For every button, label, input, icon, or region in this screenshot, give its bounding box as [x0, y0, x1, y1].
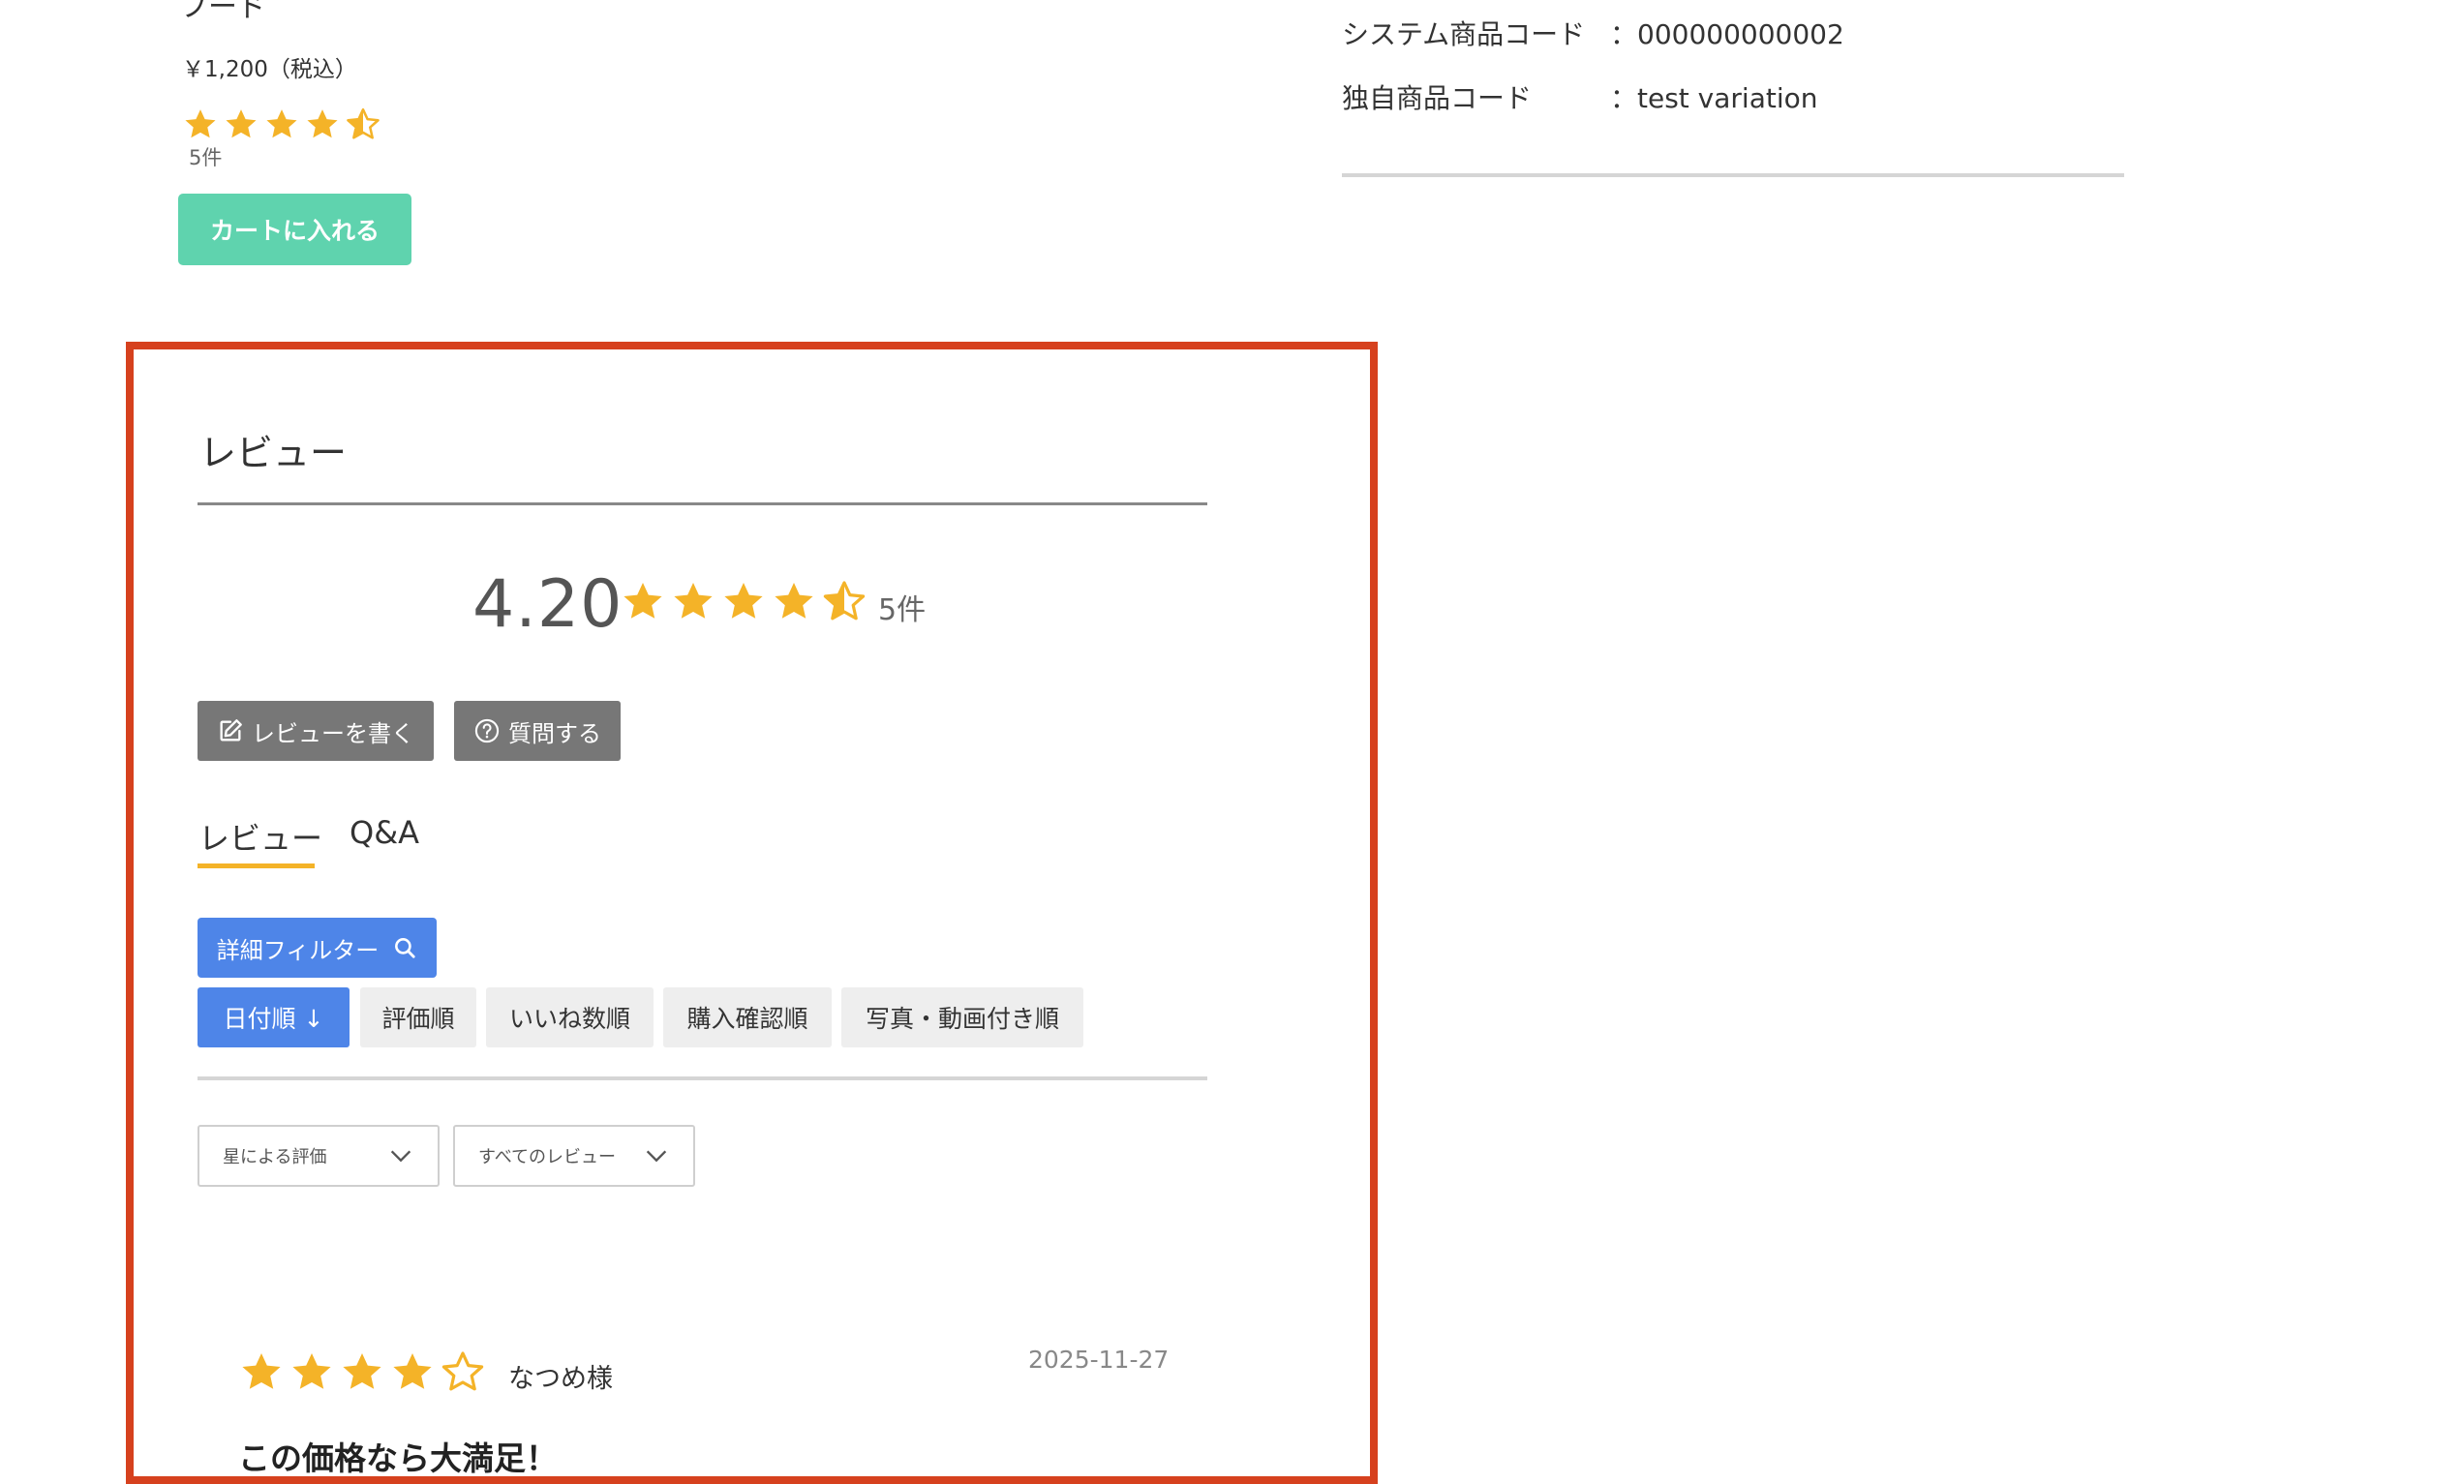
product-name: フード — [179, 0, 266, 24]
star-icon — [304, 106, 341, 143]
advanced-filter-label: 詳細フィルター — [216, 936, 380, 964]
star-empty-icon — [440, 1349, 486, 1396]
search-icon — [392, 935, 417, 960]
review-rating-stars — [238, 1349, 490, 1398]
star-half-icon — [345, 106, 381, 143]
star-icon — [339, 1349, 385, 1396]
spec-divider — [1342, 173, 2124, 177]
spec-value-system-code: ：000000000002 — [1610, 18, 1844, 50]
sort-by-verified-purchase-button[interactable]: 購入確認順 — [663, 987, 832, 1047]
write-review-button[interactable]: レビューを書く — [198, 701, 434, 761]
star-half-icon — [821, 579, 867, 625]
star-icon — [389, 1349, 436, 1396]
ask-question-button[interactable]: 質問する — [454, 701, 621, 761]
star-icon — [771, 579, 817, 625]
star-icon — [720, 579, 767, 625]
review-type-select[interactable]: すべてのレビュー — [453, 1125, 695, 1187]
star-icon — [223, 106, 259, 143]
chevron-down-icon — [387, 1142, 414, 1169]
review-headline: この価格なら大満足！ — [238, 1439, 558, 1477]
spec-label-custom-code: 独自商品コード — [1342, 82, 1533, 114]
star-icon — [182, 106, 219, 143]
edit-icon — [217, 717, 244, 744]
sort-by-media-button[interactable]: 写真・動画付き順 — [841, 987, 1083, 1047]
title-divider — [198, 502, 1207, 505]
ask-question-label: 質問する — [508, 719, 601, 747]
product-review-count: 5件 — [189, 146, 223, 169]
star-icon — [263, 106, 300, 143]
review-section-title: レビュー — [199, 432, 348, 474]
tab-qa[interactable]: Q&A — [350, 814, 419, 851]
star-icon — [238, 1349, 285, 1396]
sort-divider — [198, 1076, 1207, 1080]
star-rating-select-value: 星による評価 — [223, 1147, 327, 1167]
review-author: なつめ様 — [508, 1364, 613, 1394]
average-rating-score: 4.20 — [472, 566, 624, 643]
sort-by-rating-button[interactable]: 評価順 — [360, 987, 476, 1047]
review-date: 2025-11-27 — [1028, 1346, 1170, 1374]
star-rating-select[interactable]: 星による評価 — [198, 1125, 440, 1187]
sort-by-date-button[interactable]: 日付順 ↓ — [198, 987, 350, 1047]
spec-value-custom-code: ：test variation — [1610, 82, 1818, 114]
average-review-count: 5件 — [878, 593, 927, 627]
star-icon — [620, 579, 666, 625]
review-type-select-value: すべてのレビュー — [478, 1147, 617, 1167]
question-circle-icon — [473, 717, 501, 744]
spec-label-system-code: システム商品コード — [1342, 18, 1586, 50]
active-tab-indicator — [198, 863, 315, 868]
add-to-cart-button[interactable]: カートに入れる — [178, 194, 411, 265]
average-rating-stars — [620, 579, 871, 627]
star-icon — [289, 1349, 335, 1396]
write-review-label: レビューを書く — [252, 719, 414, 747]
star-icon — [670, 579, 716, 625]
product-rating-stars — [182, 106, 385, 147]
sort-by-likes-button[interactable]: いいね数順 — [486, 987, 654, 1047]
review-section-highlight — [126, 342, 1378, 1484]
product-price: ￥1,200（税込） — [182, 57, 357, 82]
advanced-filter-button[interactable]: 詳細フィルター — [198, 918, 437, 978]
tab-review[interactable]: レビュー — [198, 814, 322, 859]
chevron-down-icon — [643, 1142, 670, 1169]
